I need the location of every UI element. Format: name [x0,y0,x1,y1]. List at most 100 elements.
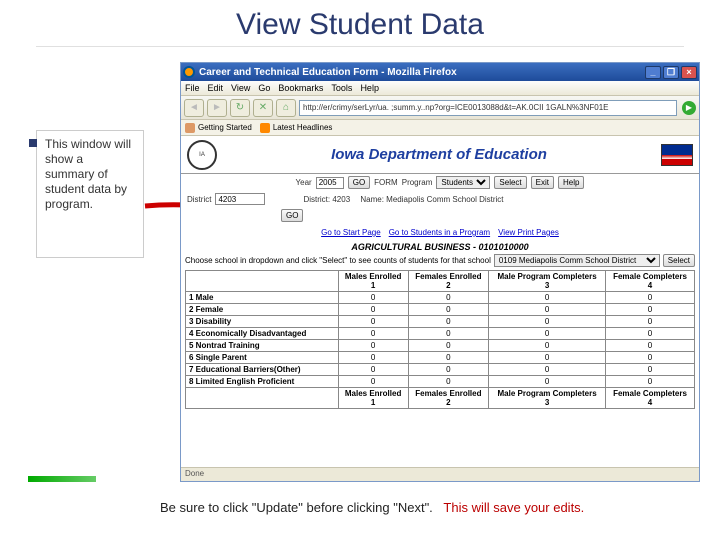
cell-value: 0 [489,292,606,304]
cell-value: 0 [408,304,489,316]
cell-value: 0 [338,304,408,316]
table-row: 5 Nontrad Training0000 [186,340,695,352]
cell-value: 0 [606,292,695,304]
row-label: 8 Limited English Proficient [186,376,339,388]
cell-value: 0 [338,376,408,388]
bookmark-icon [185,123,195,133]
menu-view[interactable]: View [231,83,250,93]
cell-value: 0 [489,364,606,376]
program-title: AGRICULTURAL BUSINESS - 0101010000 [181,241,699,253]
district-name: Name: Mediapolis Comm School District [360,195,503,204]
col-footer: Female Completers4 [606,388,695,409]
col-header: Males Enrolled1 [338,271,408,292]
bookmark-label: Latest Headlines [273,123,333,132]
browser-window: Career and Technical Education Form - Mo… [180,62,700,482]
help-button[interactable]: Help [558,176,584,189]
col-footer: Females Enrolled2 [408,388,489,409]
title-underline [36,46,684,47]
menu-bookmarks[interactable]: Bookmarks [278,83,323,93]
footer-text-b: This will save your edits. [443,500,584,515]
link-print-pages[interactable]: View Print Pages [498,228,559,237]
table-row: 6 Single Parent0000 [186,352,695,364]
cell-value: 0 [408,328,489,340]
row-label: 3 Disability [186,316,339,328]
back-button[interactable]: ◄ [184,99,204,117]
home-button[interactable]: ⌂ [276,99,296,117]
cell-value: 0 [489,304,606,316]
menu-tools[interactable]: Tools [331,83,352,93]
exit-button[interactable]: Exit [531,176,554,189]
window-titlebar: Career and Technical Education Form - Mo… [181,63,699,81]
go-button[interactable]: ▶ [682,101,696,115]
row-label: 2 Female [186,304,339,316]
menu-go[interactable]: Go [258,83,270,93]
side-caption-box: This window will show a summary of stude… [36,130,144,258]
cell-value: 0 [489,316,606,328]
bullet-icon [29,139,37,147]
go-district-button[interactable]: GO [281,209,303,222]
student-data-table: Males Enrolled1 Females Enrolled2 Male P… [185,270,695,409]
footer-note: Be sure to click "Update" before clickin… [160,500,700,515]
row-label: 4 Economically Disadvantaged [186,328,339,340]
maximize-button[interactable]: ❐ [663,66,679,79]
bookmark-label: Getting Started [198,123,252,132]
cell-value: 0 [338,328,408,340]
page-nav-links: Go to Start Page Go to Students in a Pro… [181,224,699,241]
year-input[interactable] [316,177,344,189]
school-select-button[interactable]: Select [663,254,695,267]
row-label: 7 Educational Barriers(Other) [186,364,339,376]
cell-value: 0 [489,328,606,340]
cell-value: 0 [338,364,408,376]
school-select[interactable]: 0109 Mediapolis Comm School District [494,254,660,267]
menu-file[interactable]: File [185,83,200,93]
go-year-button[interactable]: GO [348,176,370,189]
cell-value: 0 [338,352,408,364]
menu-edit[interactable]: Edit [208,83,224,93]
cell-value: 0 [408,364,489,376]
iowa-flag-icon [661,144,693,166]
cell-value: 0 [338,316,408,328]
table-row: 8 Limited English Proficient0000 [186,376,695,388]
close-button[interactable]: × [681,66,697,79]
form-row-top: Year GO FORM Program Students Select Exi… [181,174,699,191]
cell-value: 0 [408,292,489,304]
select-button[interactable]: Select [494,176,526,189]
slide-title: View Student Data [0,0,720,46]
cell-value: 0 [408,340,489,352]
side-caption-text: This window will show a summary of stude… [45,137,131,211]
school-select-row: Choose school in dropdown and click "Sel… [181,253,699,268]
reload-button[interactable]: ↻ [230,99,250,117]
menu-help[interactable]: Help [360,83,379,93]
col-header: Male Program Completers3 [489,271,606,292]
district-input[interactable] [215,193,265,205]
bookmark-latest-headlines[interactable]: Latest Headlines [260,123,333,133]
cell-value: 0 [408,316,489,328]
cell-value: 0 [606,376,695,388]
link-start-page[interactable]: Go to Start Page [321,228,381,237]
table-row: 4 Economically Disadvantaged0000 [186,328,695,340]
minimize-button[interactable]: _ [645,66,661,79]
cell-value: 0 [408,376,489,388]
table-header-row: Males Enrolled1 Females Enrolled2 Male P… [186,271,695,292]
table-footer-row: Males Enrolled1 Females Enrolled2 Male P… [186,388,695,409]
cell-value: 0 [606,352,695,364]
footer-text-a: Be sure to click "Update" before clickin… [160,500,433,515]
department-title: Iowa Department of Education [225,146,653,163]
address-bar[interactable]: http://er/crimy/serLyr/ua. ;summ.y..np?o… [299,100,677,116]
form-row-go: GO [181,207,699,224]
cell-value: 0 [408,352,489,364]
row-label: 5 Nontrad Training [186,340,339,352]
cell-value: 0 [606,364,695,376]
bookmark-getting-started[interactable]: Getting Started [185,123,252,133]
table-row: 3 Disability0000 [186,316,695,328]
forward-button[interactable]: ► [207,99,227,117]
district-label: District [187,195,211,204]
program-select[interactable]: Students [436,176,490,189]
stop-button[interactable]: ✕ [253,99,273,117]
bookmarks-bar: Getting Started Latest Headlines [181,120,699,136]
link-students-program[interactable]: Go to Students in a Program [389,228,490,237]
col-footer: Males Enrolled1 [338,388,408,409]
district-readout: District: 4203 [303,195,350,204]
cell-value: 0 [606,340,695,352]
cell-value: 0 [606,328,695,340]
